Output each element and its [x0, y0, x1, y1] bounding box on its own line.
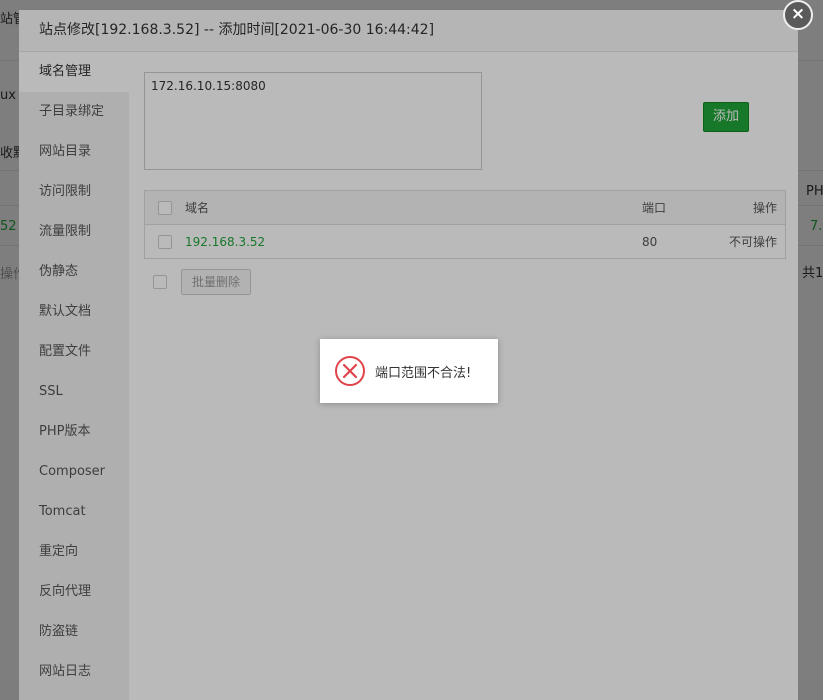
domain-cell: 192.168.3.52 [185, 235, 642, 249]
sidebar-item-reverse-proxy[interactable]: 反向代理 [19, 572, 129, 612]
row-checkbox[interactable] [158, 234, 172, 249]
sidebar-item-hotlink-protection[interactable]: 防盗链 [19, 612, 129, 652]
sidebar-item-access-limit[interactable]: 访问限制 [19, 172, 129, 212]
error-circle-icon [335, 356, 365, 386]
batch-delete-button[interactable]: 批量删除 [181, 269, 252, 295]
sidebar-item-site-log[interactable]: 网站日志 [19, 652, 129, 692]
table-header-row: 域名 端口 操作 [145, 191, 785, 225]
sidebar-item-config-file[interactable]: 配置文件 [19, 332, 129, 372]
sidebar-item-redirect[interactable]: 重定向 [19, 532, 129, 572]
column-header-port: 端口 [642, 201, 667, 215]
add-domain-button[interactable]: 添加 [703, 102, 749, 132]
sidebar-item-traffic-limit[interactable]: 流量限制 [19, 212, 129, 252]
sidebar-item-php-version[interactable]: PHP版本 [19, 412, 129, 452]
sidebar-item-tomcat[interactable]: Tomcat [19, 492, 129, 532]
select-all-checkbox[interactable] [158, 200, 172, 215]
column-header-operation: 操作 [752, 201, 777, 215]
sidebar-item-composer[interactable]: Composer [19, 452, 129, 492]
batch-select-checkbox[interactable] [153, 275, 167, 289]
sidebar-item-domain-management[interactable]: 域名管理 [19, 52, 129, 92]
sidebar-item-ssl[interactable]: SSL [19, 372, 129, 412]
dialog-sidebar: 域名管理 子目录绑定 网站目录 访问限制 流量限制 伪静态 默认文档 配置文件 … [19, 52, 129, 700]
close-icon: × [790, 4, 806, 24]
error-toast: 端口范围不合法! [320, 339, 498, 403]
port-cell: 80 [642, 234, 658, 249]
sidebar-item-rewrite[interactable]: 伪静态 [19, 252, 129, 292]
sidebar-item-subdirectory-binding[interactable]: 子目录绑定 [19, 92, 129, 132]
toast-message: 端口范围不合法! [375, 365, 472, 381]
column-header-domain: 域名 [185, 201, 210, 215]
domain-table: 域名 端口 操作 192.168.3.52 80 不可操作 [144, 190, 786, 259]
sidebar-item-site-directory[interactable]: 网站目录 [19, 132, 129, 172]
domain-link[interactable]: 192.168.3.52 [185, 235, 265, 249]
operation-cell: 不可操作 [728, 235, 777, 249]
row-checkbox-cell [145, 234, 185, 249]
batch-actions: 批量删除 [144, 269, 252, 295]
header-checkbox-cell [145, 200, 185, 215]
sidebar-item-default-document[interactable]: 默认文档 [19, 292, 129, 332]
domain-textarea[interactable] [144, 72, 482, 170]
table-row: 192.168.3.52 80 不可操作 [145, 225, 785, 258]
close-dialog-button[interactable]: × [783, 0, 813, 30]
dialog-title: 站点修改[192.168.3.52] -- 添加时间[2021-06-30 16… [19, 10, 798, 52]
